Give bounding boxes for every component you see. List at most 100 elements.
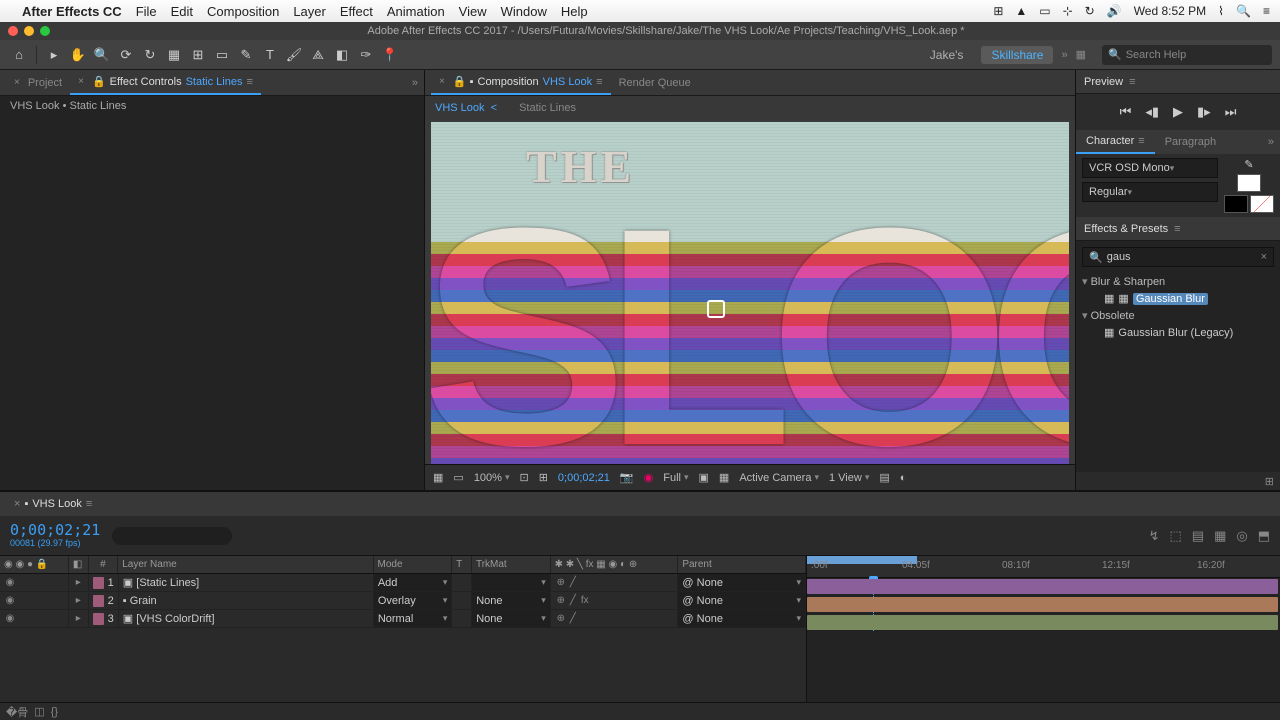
next-frame-icon[interactable]: ▮▸ xyxy=(1197,104,1211,120)
clip-static-lines[interactable] xyxy=(807,579,1278,594)
trkmat-dropdown[interactable]: None xyxy=(476,613,546,625)
col-av[interactable]: ◉ ◉ ● 🔒 xyxy=(0,556,69,573)
visibility-icon[interactable]: ◉ xyxy=(4,613,16,624)
tab-effect-controls[interactable]: ×🔒 Effect Controls Static Lines ≡ xyxy=(70,70,261,95)
region-icon[interactable]: ▣ xyxy=(699,471,709,484)
mode-dropdown[interactable]: Normal xyxy=(378,613,448,625)
pickwhip-icon[interactable]: @ xyxy=(682,613,693,625)
trkmat-dropdown[interactable]: None xyxy=(476,595,546,607)
mode-dropdown[interactable]: Add xyxy=(378,577,448,589)
toggle-modes-icon[interactable]: ◫ xyxy=(34,705,44,718)
col-t[interactable]: T xyxy=(452,556,472,573)
effects-search-input[interactable]: 🔍 gaus× xyxy=(1082,247,1274,267)
effects-presets-header[interactable]: Effects & Presets≡ xyxy=(1076,217,1280,241)
frame-blend-icon[interactable]: ▤ xyxy=(1192,528,1204,544)
views-dropdown[interactable]: 1 View xyxy=(829,472,869,484)
guides-icon[interactable]: ⊞ xyxy=(539,471,548,484)
fill-swatch[interactable] xyxy=(1237,174,1261,192)
col-layer-name[interactable]: Layer Name xyxy=(118,556,373,573)
twirl-icon[interactable]: ▸ xyxy=(73,577,84,588)
prev-frame-icon[interactable]: ◂▮ xyxy=(1145,104,1159,120)
roto-tool[interactable]: ✑ xyxy=(355,44,377,66)
bluetooth-icon[interactable]: ⊹ xyxy=(1063,4,1073,18)
workspace-settings-icon[interactable]: ▦ xyxy=(1076,48,1086,61)
tab-project[interactable]: ×Project xyxy=(6,70,70,95)
cc-status-icon[interactable]: ⊞ xyxy=(993,4,1003,18)
fx-gaussian-blur[interactable]: ▦ ▦ Gaussian Blur xyxy=(1082,290,1274,307)
clip-grain[interactable] xyxy=(807,597,1278,612)
grid-icon[interactable]: ▦ xyxy=(433,471,443,484)
orbit-tool[interactable]: ⟳ xyxy=(115,44,137,66)
pickwhip-icon[interactable]: @ xyxy=(682,577,693,589)
shape-tool[interactable]: ▭ xyxy=(211,44,233,66)
time-ruler[interactable]: :00f 04:05f 08:10f 12:15f 16:20f xyxy=(807,556,1280,578)
close-window[interactable] xyxy=(8,26,18,36)
eyedropper-icon[interactable]: ✎ xyxy=(1244,158,1253,171)
brush-tool[interactable]: 🖌 xyxy=(283,44,305,66)
twirl-icon[interactable]: ▸ xyxy=(73,595,84,606)
clip-vhs-colordrift[interactable] xyxy=(807,615,1278,630)
fx-folder-obsolete[interactable]: Obsolete xyxy=(1082,307,1274,324)
home-icon[interactable]: ⌂ xyxy=(8,44,30,66)
spotlight-icon[interactable]: 🔍 xyxy=(1236,4,1251,18)
menu-effect[interactable]: Effect xyxy=(340,4,373,19)
wifi-icon[interactable]: ⌇ xyxy=(1218,4,1224,18)
menu-edit[interactable]: Edit xyxy=(171,4,193,19)
panel-overflow-icon[interactable]: » xyxy=(412,77,418,89)
char-overflow-icon[interactable]: » xyxy=(1262,136,1280,148)
hand-tool[interactable]: ✋ xyxy=(67,44,89,66)
resolution-dropdown[interactable]: Full xyxy=(663,472,688,484)
first-frame-icon[interactable]: ⏮ xyxy=(1120,104,1132,120)
new-bin-icon[interactable]: ⊞ xyxy=(1265,475,1274,488)
rotate-tool[interactable]: ↻ xyxy=(139,44,161,66)
timeline-timecode[interactable]: 0;00;02;21 xyxy=(10,522,100,539)
camera-dropdown[interactable]: Active Camera xyxy=(739,472,819,484)
timeline-search[interactable] xyxy=(112,527,232,545)
layer-row-3[interactable]: ◉ ▸ 3 ▣ [VHS ColorDrift] Normal None ⊕ ╱… xyxy=(0,610,806,628)
pen-tool[interactable]: ✎ xyxy=(235,44,257,66)
visibility-icon[interactable]: ◉ xyxy=(4,595,16,606)
fx-folder-blur[interactable]: Blur & Sharpen xyxy=(1082,273,1274,290)
layer-row-2[interactable]: ◉ ▸ 2 ▪ Grain Overlay None ⊕ ╱ fx @ None xyxy=(0,592,806,610)
toggle-in-out-icon[interactable]: {} xyxy=(51,706,58,718)
view-options-icon[interactable]: ▤ xyxy=(879,471,889,484)
col-trkmat[interactable]: TrkMat xyxy=(472,556,551,573)
col-parent[interactable]: Parent xyxy=(678,556,806,573)
clone-tool[interactable]: ⟁ xyxy=(307,44,329,66)
minimize-window[interactable] xyxy=(24,26,34,36)
puppet-tool[interactable]: 📍 xyxy=(379,44,401,66)
comp-crumb-vhslook[interactable]: VHS Look < xyxy=(431,102,501,114)
menu-animation[interactable]: Animation xyxy=(387,4,445,19)
selection-tool[interactable]: ▸ xyxy=(43,44,65,66)
graph-editor-icon[interactable]: ◎ xyxy=(1236,528,1247,544)
font-style-dropdown[interactable]: Regular xyxy=(1082,182,1218,202)
fx-gaussian-blur-legacy[interactable]: ▦ Gaussian Blur (Legacy) xyxy=(1082,324,1274,341)
preview-time[interactable]: 0;00;02;21 xyxy=(558,472,610,484)
snapshot-icon[interactable]: 📷 xyxy=(620,471,634,484)
toggle-transparency-icon[interactable]: ▭ xyxy=(453,471,463,484)
mode-dropdown[interactable]: Overlay xyxy=(378,595,448,607)
tab-composition[interactable]: ×🔒 ▪ Composition VHS Look ≡ xyxy=(431,70,611,95)
draft-3d-icon[interactable]: ⬚ xyxy=(1169,528,1181,544)
col-switches[interactable]: ✱ ✱ ╲ fx ▦ ◉ ◐ ⊕ xyxy=(551,556,679,573)
workspace-overflow[interactable]: » xyxy=(1061,49,1067,61)
menu-view[interactable]: View xyxy=(459,4,487,19)
camera-tool[interactable]: ▦ xyxy=(163,44,185,66)
canvas[interactable]: THE SLOOK xyxy=(431,122,1069,464)
channel-icon[interactable]: ◉ xyxy=(644,471,654,484)
composition-viewer[interactable]: THE SLOOK xyxy=(425,120,1075,464)
comp-crumb-staticlines[interactable]: Static Lines xyxy=(515,102,580,114)
sync-icon[interactable]: ↻ xyxy=(1085,4,1095,18)
parent-dropdown[interactable]: None xyxy=(697,577,801,589)
menu-composition[interactable]: Composition xyxy=(207,4,279,19)
menu-file[interactable]: File xyxy=(136,4,157,19)
tab-render-queue[interactable]: Render Queue xyxy=(611,70,699,95)
zoom-tool[interactable]: 🔍 xyxy=(91,44,113,66)
preview-panel-header[interactable]: Preview≡ xyxy=(1076,70,1280,94)
res-icon[interactable]: ⊡ xyxy=(519,471,528,484)
col-mode[interactable]: Mode xyxy=(374,556,453,573)
play-icon[interactable]: ▶ xyxy=(1173,104,1183,120)
comp-mini-flow-icon[interactable]: ↯ xyxy=(1149,528,1160,544)
parent-dropdown[interactable]: None xyxy=(697,595,801,607)
exposure-icon[interactable]: ◐ xyxy=(900,472,907,484)
